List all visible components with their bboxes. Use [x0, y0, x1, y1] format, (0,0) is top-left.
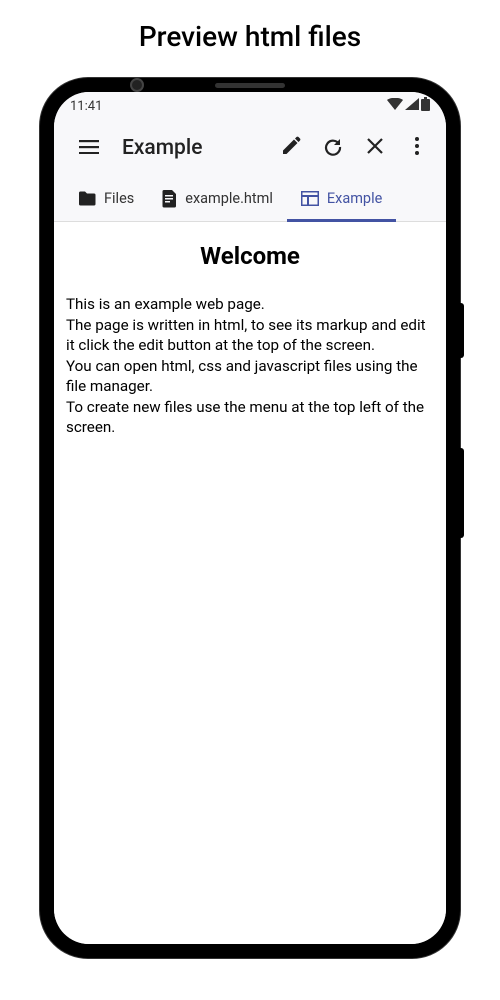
- refresh-button[interactable]: [312, 127, 354, 169]
- status-bar: 11:41: [54, 92, 446, 120]
- phone-side-button: [460, 303, 464, 358]
- more-button[interactable]: [396, 127, 438, 169]
- status-indicators: [387, 97, 430, 115]
- more-vert-icon: [415, 137, 419, 159]
- app-bar-title: Example: [122, 136, 270, 160]
- app-bar: Example: [54, 120, 446, 176]
- battery-icon: [421, 97, 430, 115]
- web-icon: [301, 191, 319, 206]
- wifi-icon: [387, 98, 403, 114]
- hamburger-icon: [79, 139, 99, 158]
- tab-preview-example[interactable]: Example: [287, 176, 396, 221]
- edit-button[interactable]: [270, 127, 312, 169]
- content-body: This is an example web page.The page is …: [66, 294, 434, 438]
- tab-label: Example: [327, 190, 382, 207]
- content-heading: Welcome: [66, 242, 434, 270]
- phone-frame: 11:41 Example: [40, 78, 460, 958]
- pencil-icon: [281, 136, 301, 160]
- status-time: 11:41: [70, 99, 102, 114]
- phone-camera: [130, 78, 144, 92]
- signal-icon: [405, 98, 419, 114]
- page-title: Preview html files: [0, 0, 500, 78]
- menu-button[interactable]: [68, 127, 110, 169]
- refresh-icon: [323, 136, 343, 160]
- phone-side-button: [460, 448, 464, 538]
- tab-label: example.html: [185, 190, 273, 207]
- tabs: Files example.html Example: [54, 176, 446, 222]
- phone-speaker: [215, 83, 285, 88]
- file-icon: [162, 190, 177, 208]
- close-icon: [366, 137, 384, 159]
- tab-files[interactable]: Files: [64, 176, 148, 221]
- action-icons: [270, 127, 438, 169]
- folder-icon: [78, 191, 96, 206]
- tab-label: Files: [104, 190, 134, 207]
- content-area: Welcome This is an example web page.The …: [54, 222, 446, 944]
- phone-screen: 11:41 Example: [54, 92, 446, 944]
- tab-file-example-html[interactable]: example.html: [148, 176, 287, 221]
- close-button[interactable]: [354, 127, 396, 169]
